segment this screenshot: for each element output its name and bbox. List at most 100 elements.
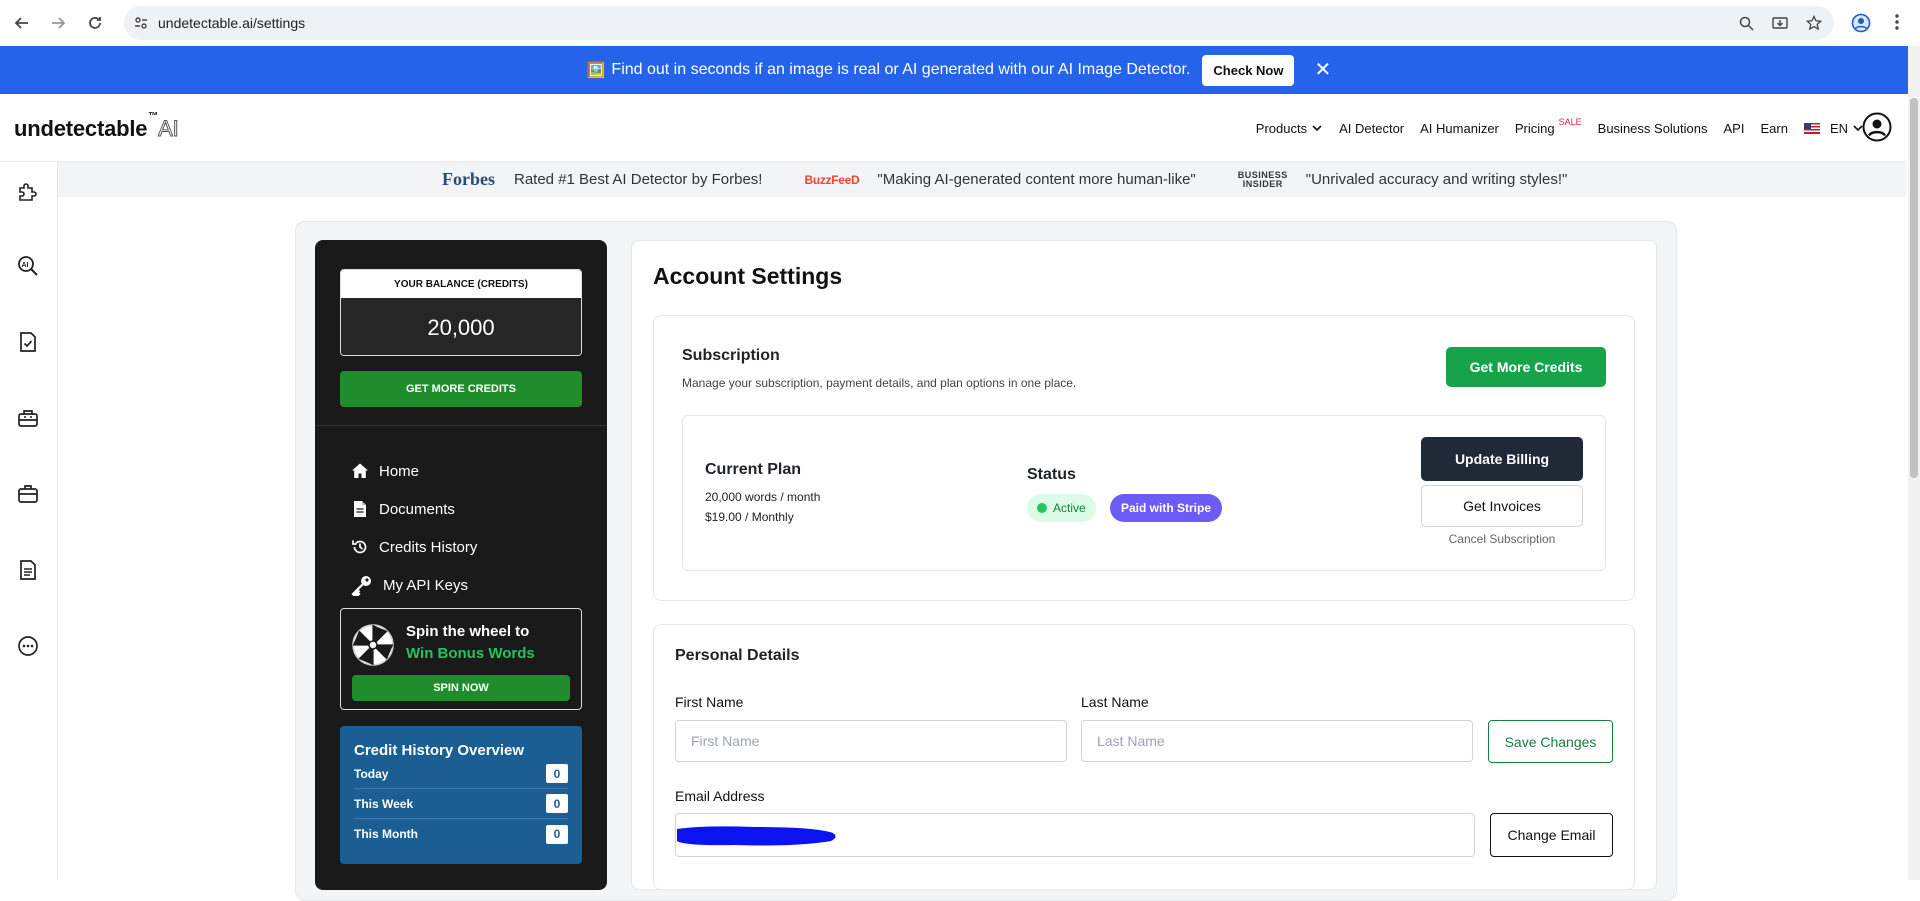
check-now-button[interactable]: Check Now [1202,54,1295,86]
image-emoji-icon: 🖼️ [586,62,606,79]
update-billing-button[interactable]: Update Billing [1421,437,1583,481]
sale-badge: SALE [1558,117,1582,127]
ai-detector-icon[interactable]: AI [16,254,40,278]
overview-row-week: This Week 0 [354,789,568,819]
balance-box: YOUR BALANCE (CREDITS) 20,000 [340,269,582,356]
zoom-icon[interactable] [1739,16,1754,31]
personal-details-title: Personal Details [675,647,800,664]
forward-icon[interactable] [40,5,76,41]
sidebar-item-api-keys[interactable]: My API Keys [351,566,477,604]
email-label: Email Address [675,788,765,804]
nav-earn[interactable]: Earn [1760,121,1787,136]
forbes-quote: Rated #1 Best AI Detector by Forbes! [514,171,763,188]
subscription-description: Manage your subscription, payment detail… [682,376,1077,390]
humanizer-icon[interactable] [16,406,40,430]
browser-toolbar: undetectable.ai/settings [0,0,1920,46]
change-email-button[interactable]: Change Email [1490,813,1613,857]
spin-subtitle: Win Bonus Words [406,645,535,662]
scrollbar-thumb[interactable] [1910,98,1918,478]
first-name-input[interactable] [675,720,1067,762]
sidebar-item-home[interactable]: Home [351,452,477,490]
puzzle-icon[interactable] [16,180,40,204]
site-logo[interactable]: undetectable™AI [14,111,179,142]
spin-wheel-card: Spin the wheel to Win Bonus Words SPIN N… [340,608,582,710]
page-title: Account Settings [653,263,843,289]
more-icon[interactable] [16,634,40,658]
balance-value: 20,000 [341,298,581,355]
subscription-title: Subscription [682,347,780,364]
nav-pricing[interactable]: Pricing SALE [1515,117,1582,136]
forbes-logo: Forbes [442,169,495,189]
save-changes-button[interactable]: Save Changes [1488,720,1613,763]
business-insider-logo: BUSINESS INSIDER [1237,169,1288,189]
current-plan-title: Current Plan [705,461,802,478]
count-badge: 0 [546,794,568,813]
close-icon[interactable]: ✕ [1314,60,1331,80]
balance-label: YOUR BALANCE (CREDITS) [341,270,581,298]
nav-business-solutions[interactable]: Business Solutions [1598,121,1708,136]
chevron-down-icon [1312,125,1322,132]
sidebar-divider [315,425,607,426]
us-flag-icon [1803,122,1820,134]
last-name-input[interactable] [1081,720,1473,762]
plan-price: $19.00 / Monthly [705,510,794,524]
count-badge: 0 [546,824,568,844]
first-name-label: First Name [675,694,744,710]
promo-banner: 🖼️ Find out in seconds if an image is re… [0,46,1918,94]
document-icon [351,500,369,518]
back-icon[interactable] [4,5,40,41]
overview-title: Credit History Overview [354,742,525,759]
profile-icon[interactable] [1851,13,1871,33]
sidebar-item-documents[interactable]: Documents [351,490,477,528]
business-insider-quote: "Unrivaled accuracy and writing styles!" [1305,171,1568,188]
get-invoices-button[interactable]: Get Invoices [1421,485,1583,527]
sidebar-item-credits-history[interactable]: Credits History [351,528,477,566]
get-more-credits-button[interactable]: Get More Credits [1446,347,1606,387]
page-scrollbar[interactable] [1908,46,1920,880]
nav-api[interactable]: API [1724,121,1745,136]
cancel-subscription-link[interactable]: Cancel Subscription [1421,532,1583,546]
overview-row-month: This Month 0 [354,819,568,849]
top-nav: Products AI Detector AI Humanizer Pricin… [1240,94,1864,162]
spin-now-button[interactable]: SPIN NOW [352,675,570,701]
active-dot-icon [1037,503,1047,513]
nav-ai-humanizer[interactable]: AI Humanizer [1420,121,1499,136]
credit-history-overview: Credit History Overview Today 0 This Week… [340,726,582,864]
banner-text: Find out in seconds if an image is real … [611,61,1191,78]
document-icon[interactable] [16,558,40,582]
site-header: undetectable™AI Products AI Detector AI … [0,94,1906,162]
prize-wheel-icon [351,623,395,667]
nav-products[interactable]: Products [1256,121,1323,136]
side-rail: AI [0,162,58,880]
count-badge: 0 [546,764,568,783]
key-icon [351,574,373,596]
overview-row-today: Today 0 [354,759,568,789]
doc-check-icon[interactable] [16,330,40,354]
buzzfeed-logo: BuzzFeeD [804,172,860,187]
get-more-credits-sidebar-button[interactable]: GET MORE CREDITS [340,371,582,407]
bookmark-star-icon[interactable] [1806,15,1822,31]
address-bar[interactable]: undetectable.ai/settings [124,6,1834,40]
reload-icon[interactable] [77,5,113,41]
plan-words: 20,000 words / month [705,490,821,504]
buzzfeed-quote: "Making AI-generated content more human-… [877,171,1196,188]
install-app-icon[interactable] [1772,16,1788,31]
home-icon [351,462,369,480]
user-avatar-icon[interactable] [1862,112,1892,142]
last-name-label: Last Name [1081,694,1149,710]
site-info-icon[interactable] [134,16,148,30]
sidebar-menu: Home Documents Credits History My API Ke… [351,452,477,604]
briefcase-icon[interactable] [16,482,40,506]
status-badge: Active [1027,494,1096,522]
press-strip: Forbes Rated #1 Best AI Detector by Forb… [58,162,1906,197]
payment-method-badge: Paid with Stripe [1110,494,1223,522]
redaction-mark [677,826,836,846]
nav-ai-detector[interactable]: AI Detector [1339,121,1404,136]
history-icon [351,538,369,556]
svg-text:AI: AI [22,262,29,269]
status-title: Status [1027,466,1076,483]
spin-title: Spin the wheel to [406,623,530,640]
language-selector[interactable]: EN [1803,121,1864,136]
url-text[interactable]: undetectable.ai/settings [158,15,305,31]
browser-menu-icon[interactable] [1894,13,1900,31]
